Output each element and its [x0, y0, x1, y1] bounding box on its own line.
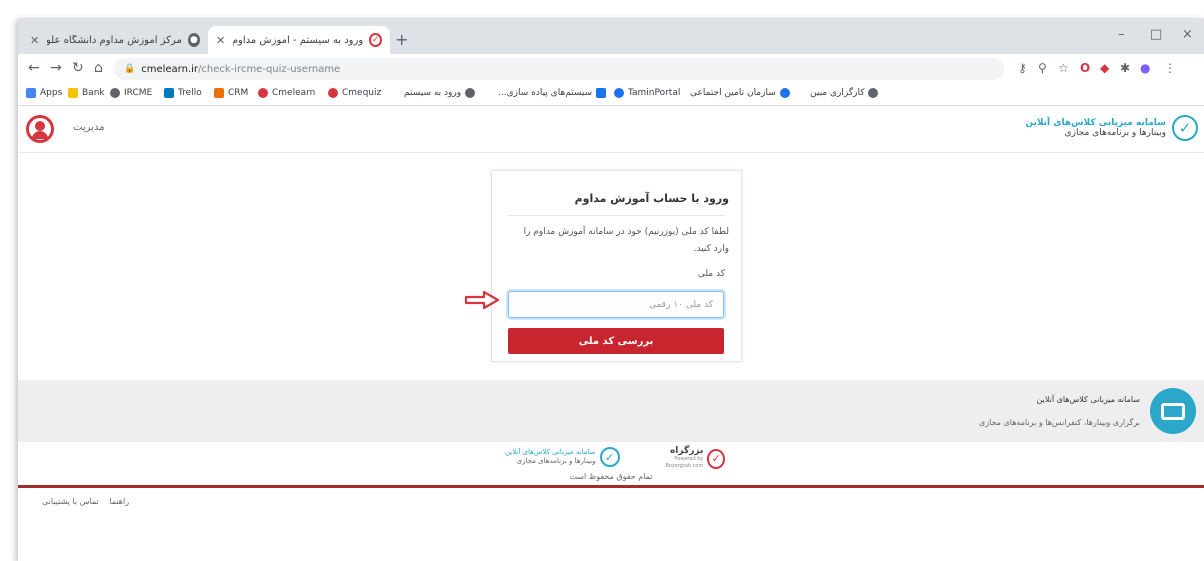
login-card: ورود با حساب آموزش مداوم لطفا کد ملی (یو…	[491, 170, 742, 362]
menu-icon[interactable]: ⋮	[1164, 61, 1176, 75]
cme-check-icon	[328, 88, 338, 98]
bookmark-trello[interactable]: Trello	[164, 88, 202, 98]
check-logo-icon: ✓	[1172, 115, 1198, 141]
bookmark-bank[interactable]: Bank	[68, 88, 105, 98]
close-window-button[interactable]: ×	[1182, 27, 1193, 42]
home-icon[interactable]: ⌂	[94, 60, 103, 76]
back-arrow-icon[interactable]: ←	[28, 60, 40, 76]
forward-arrow-icon[interactable]: →	[50, 60, 62, 76]
tab-strip: ● مرکز آموزش مداوم دانشگاه علوم پ ✕ ✓ ور…	[18, 18, 1204, 54]
footer-links: راهنما تماس با پشتیبانی	[34, 497, 129, 506]
red-arrow-icon	[464, 290, 500, 310]
folder-icon	[68, 88, 78, 98]
zoom-icon[interactable]: ⚲	[1038, 61, 1047, 75]
divider	[508, 215, 725, 216]
crm-icon	[214, 88, 224, 98]
tamin-icon	[614, 88, 624, 98]
trello-icon	[164, 88, 174, 98]
bozorgrah-check-icon: ✓	[707, 448, 725, 469]
minimize-button[interactable]: –	[1118, 27, 1125, 42]
bookmark-login[interactable]: ورود به سیستم	[404, 88, 476, 98]
bookmark-systems[interactable]: سیستم‌های پیاده‌ سازی...	[498, 88, 607, 98]
browser-toolbar: ← → ↻ ⌂ 🔒 cmelearn.ir/check-ircme-quiz-u…	[18, 54, 1204, 84]
bookmark-ircme[interactable]: IRCME	[110, 88, 152, 98]
bookmark-apps[interactable]: Apps	[26, 88, 62, 98]
footer-subtitle: برگزاری وبینارها، کنفرانس‌ها و برنامه‌ها…	[978, 418, 1140, 427]
bookmarks-bar: Apps Bank IRCME Trello CRM Cmelearn Cmeq…	[18, 84, 1204, 106]
apps-grid-icon	[26, 88, 36, 98]
close-tab-icon[interactable]: ✕	[216, 34, 225, 47]
new-tab-button[interactable]: +	[395, 30, 408, 49]
browser-window: ● مرکز آموزش مداوم دانشگاه علوم پ ✕ ✓ ور…	[18, 18, 1204, 561]
tab-login[interactable]: ✓ ورود به سیستم - آموزش مداوم پزد ✕	[208, 26, 390, 54]
user-avatar-icon[interactable]	[26, 115, 54, 143]
bookmark-crm[interactable]: CRM	[214, 88, 248, 98]
site-header: مدیریت ✓ سامانه میزبانی کلاس‌های آنلاین …	[18, 107, 1204, 153]
partner-online-classes[interactable]: ✓ سامانه میزبانی کلاس‌های آنلاین وبیناره…	[505, 447, 620, 467]
check-national-id-button[interactable]: بررسی کد ملی	[508, 328, 724, 354]
opera-icon[interactable]: O	[1080, 61, 1090, 75]
bookmark-cmequiz[interactable]: Cmequiz	[328, 88, 381, 98]
globe-icon	[465, 88, 476, 98]
cme-check-icon	[258, 88, 268, 98]
address-bar[interactable]: 🔒 cmelearn.ir/check-ircme-quiz-username	[114, 58, 1004, 80]
star-icon[interactable]: ☆	[1058, 61, 1069, 75]
admin-link[interactable]: مدیریت	[73, 122, 105, 133]
national-id-input[interactable]	[508, 291, 724, 318]
globe-icon: ●	[187, 33, 200, 47]
tamin-icon	[779, 88, 790, 98]
bookmark-mobin[interactable]: کارگزاری مبین	[810, 88, 879, 98]
reload-icon[interactable]: ↻	[72, 60, 84, 76]
partner-bozorgrah[interactable]: ✓ بزرگراه Powered by Bozorgrah.com	[645, 447, 725, 470]
monitor-logo-icon	[1150, 388, 1196, 434]
globe-icon	[110, 88, 120, 98]
bookmark-cmelearn[interactable]: Cmelearn	[258, 88, 315, 98]
globe-icon	[868, 88, 879, 98]
puzzle-icon[interactable]: ✱	[1120, 61, 1130, 75]
footer-band: سامانه میزبانی کلاس‌های آنلاین برگزاری و…	[18, 380, 1204, 442]
site-logo[interactable]: ✓ سامانه میزبانی کلاس‌های آنلاین وبیناره…	[1025, 115, 1198, 141]
bookmark-taminportal[interactable]: TaminPortal	[614, 88, 680, 98]
tab-cme-center[interactable]: ● مرکز آموزش مداوم دانشگاه علوم پ ✕	[22, 26, 208, 54]
login-description: لطفا کد ملی (یوزرنیم) خود در سامانه آموز…	[523, 227, 729, 254]
maximize-button[interactable]: □	[1150, 27, 1162, 42]
doc-icon	[596, 88, 607, 98]
footer-title: سامانه میزبانی کلاس‌های آنلاین	[1036, 395, 1140, 404]
national-id-label: کد ملی	[697, 269, 725, 279]
close-tab-icon[interactable]: ✕	[30, 34, 39, 47]
key-icon[interactable]: ⚷	[1018, 61, 1027, 75]
check-logo-icon: ✓	[599, 447, 620, 467]
help-link[interactable]: راهنما	[109, 497, 129, 506]
copyright-text: تمام حقوق محفوظ است	[569, 472, 653, 481]
extension-icon[interactable]: ◆	[1100, 61, 1109, 75]
cme-check-icon: ✓	[369, 33, 382, 47]
support-link[interactable]: تماس با پشتیبانی	[42, 497, 99, 506]
lock-icon: 🔒	[124, 64, 136, 74]
profile-icon[interactable]: ●	[1140, 61, 1150, 75]
footer-divider	[18, 485, 1204, 488]
bookmark-tamin-org[interactable]: سازمان تامین اجتماعی	[690, 88, 790, 98]
login-title: ورود با حساب آموزش مداوم	[574, 192, 729, 205]
